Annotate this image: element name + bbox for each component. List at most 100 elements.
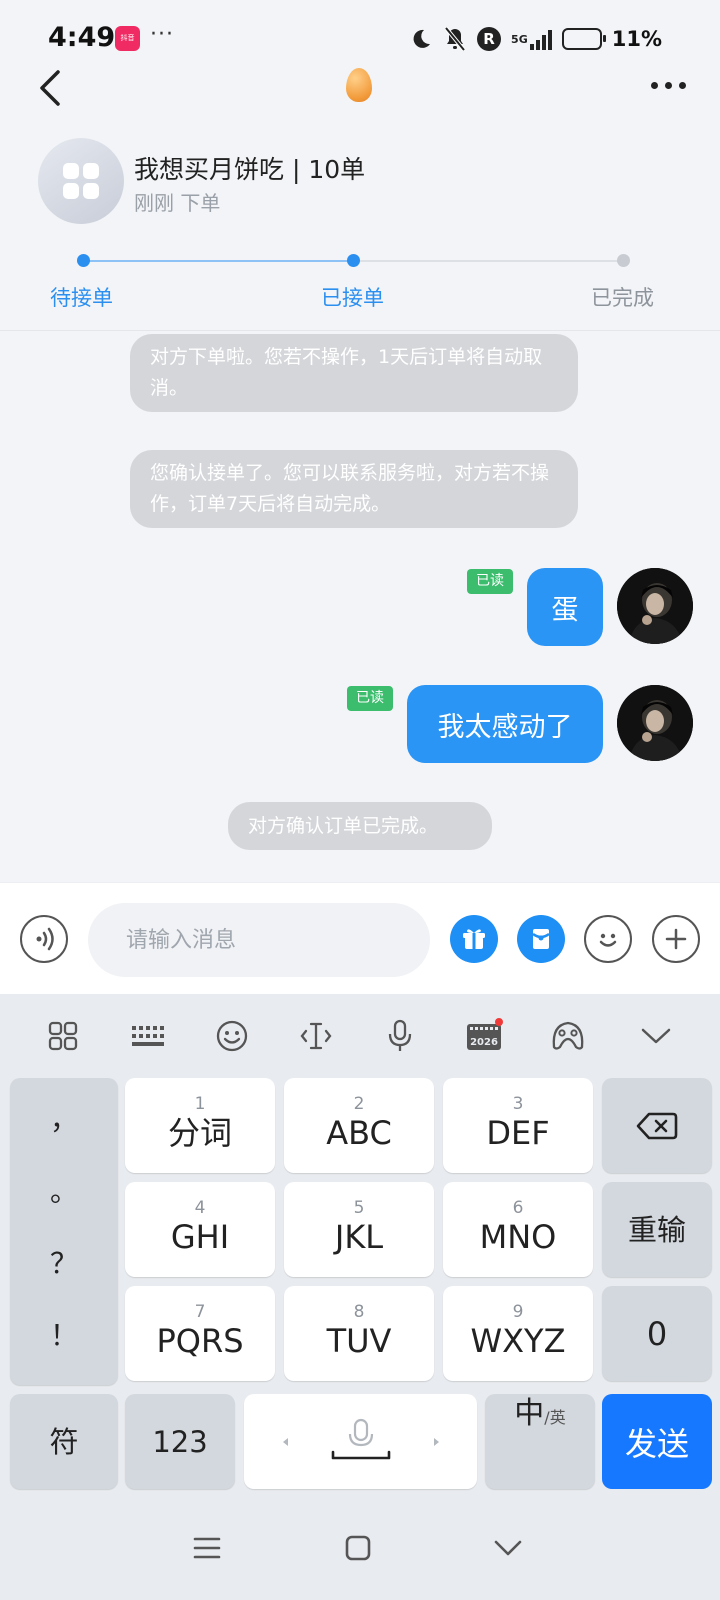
- voice-input-button[interactable]: [378, 1014, 422, 1058]
- plus-button[interactable]: [652, 915, 700, 963]
- space-mic-icon: [282, 1418, 439, 1459]
- progress-dot-3: [617, 254, 630, 267]
- progress-step-pending: 待接单: [50, 286, 113, 310]
- key-label: JKL: [334, 1217, 384, 1256]
- apps-grid-icon: [48, 1021, 78, 1051]
- microphone-icon: [388, 1019, 412, 1051]
- system-nav-bar: [0, 1496, 720, 1600]
- collapse-keyboard-button[interactable]: [634, 1014, 678, 1058]
- back-button[interactable]: [32, 66, 68, 110]
- tiktok-app-icon: 抖音: [115, 26, 140, 51]
- back-nav-button[interactable]: [488, 1528, 528, 1568]
- key-number: 6: [512, 1197, 524, 1218]
- system-message: 对方确认订单已完成。: [228, 802, 492, 850]
- key-3[interactable]: 3 DEF: [443, 1078, 593, 1173]
- key-label: 中: [514, 1396, 545, 1431]
- key-sublabel: /英: [544, 1408, 566, 1427]
- home-button[interactable]: [338, 1528, 378, 1568]
- key-number: 3: [512, 1093, 524, 1114]
- key-number: 1: [194, 1093, 206, 1114]
- backspace-icon: [636, 1112, 678, 1139]
- key-5[interactable]: 5 JKL: [284, 1182, 434, 1277]
- order-progress: 待接单 已接单 已完成: [0, 240, 720, 330]
- key-label: MNO: [479, 1217, 557, 1256]
- progress-step-completed: 已完成: [591, 286, 654, 310]
- key-label: 0: [646, 1314, 668, 1353]
- recent-apps-button[interactable]: [187, 1528, 227, 1568]
- skin-button[interactable]: [546, 1014, 590, 1058]
- network-type: 5G: [511, 32, 528, 46]
- punct-key-comma[interactable]: ，: [10, 1098, 118, 1138]
- calendar-2026-icon: 2026: [467, 1018, 503, 1050]
- key-2[interactable]: 2 ABC: [284, 1078, 434, 1173]
- key-0[interactable]: 0: [602, 1286, 712, 1381]
- key-label: WXYZ: [470, 1321, 566, 1360]
- symbols-key[interactable]: 符: [10, 1394, 118, 1489]
- key-number: 5: [353, 1197, 365, 1218]
- key-9[interactable]: 9 WXYZ: [443, 1286, 593, 1381]
- key-label: DEF: [486, 1113, 550, 1152]
- key-label: TUV: [326, 1321, 392, 1360]
- voice-button[interactable]: [20, 915, 68, 963]
- key-number: 4: [194, 1197, 206, 1218]
- more-notifications-icon: ···: [150, 22, 174, 47]
- emoji-button[interactable]: [584, 915, 632, 963]
- punct-key-question[interactable]: ？: [10, 1242, 118, 1282]
- keyboard-icon: [132, 1026, 164, 1046]
- more-button[interactable]: [651, 82, 686, 89]
- user-avatar[interactable]: [617, 685, 693, 761]
- key-number: 2: [353, 1093, 365, 1114]
- skin-icon: [552, 1021, 584, 1050]
- key-4[interactable]: 4 GHI: [125, 1182, 275, 1277]
- moon-icon: [409, 27, 433, 51]
- progress-step-accepted: 已接单: [321, 286, 384, 310]
- message-bubble[interactable]: 蛋: [527, 568, 603, 646]
- status-time: 4:49: [48, 22, 116, 53]
- plus-icon: [665, 928, 687, 950]
- reenter-key[interactable]: 重输: [602, 1182, 712, 1277]
- apps-grid-icon: [63, 163, 99, 199]
- calendar-year: 2026: [470, 1037, 498, 1048]
- delete-key[interactable]: [602, 1078, 712, 1173]
- cursor-icon: [300, 1022, 332, 1050]
- collapse-icon: [641, 1028, 671, 1044]
- key-label: GHI: [170, 1217, 230, 1256]
- cursor-button[interactable]: [294, 1014, 338, 1058]
- status-icons: R 5G 11%: [409, 22, 662, 56]
- language-switch-key[interactable]: 中/英: [485, 1394, 595, 1489]
- battery-percent: 11%: [611, 27, 662, 51]
- back-icon: [494, 1540, 522, 1556]
- send-key[interactable]: 发送: [602, 1394, 712, 1489]
- punct-key-exclaim[interactable]: ！: [10, 1314, 118, 1354]
- order-avatar[interactable]: [38, 138, 124, 224]
- user-avatar[interactable]: [617, 568, 693, 644]
- key-1[interactable]: 1 分词: [125, 1078, 275, 1173]
- r-badge-icon: R: [477, 27, 502, 51]
- key-number: 7: [194, 1301, 206, 1322]
- order-title: 我想买月饼吃 | 10单: [134, 155, 366, 184]
- emoji-panel-button[interactable]: [210, 1014, 254, 1058]
- gift-button[interactable]: [450, 915, 498, 963]
- keyboard-layout-button[interactable]: [126, 1014, 170, 1058]
- key-6[interactable]: 6 MNO: [443, 1182, 593, 1277]
- red-packet-button[interactable]: [517, 915, 565, 963]
- key-number: 9: [512, 1301, 524, 1322]
- calendar-button[interactable]: 2026: [462, 1014, 506, 1058]
- space-key[interactable]: [244, 1394, 477, 1489]
- menu-icon: [193, 1537, 221, 1559]
- message-bubble[interactable]: 我太感动了: [407, 685, 603, 763]
- key-8[interactable]: 8 TUV: [284, 1286, 434, 1381]
- key-label: 123: [152, 1424, 208, 1459]
- punct-key-period[interactable]: 。: [10, 1170, 118, 1210]
- numbers-key[interactable]: 123: [125, 1394, 235, 1489]
- key-7[interactable]: 7 PQRS: [125, 1286, 275, 1381]
- message-input[interactable]: [88, 903, 430, 977]
- key-label: 符: [49, 1424, 79, 1459]
- key-label: PQRS: [156, 1321, 244, 1360]
- apps-grid-button[interactable]: [41, 1014, 85, 1058]
- punctuation-column: ， 。 ？ ！: [10, 1078, 118, 1385]
- progress-line-done: [84, 260, 354, 262]
- read-status-badge: 已读: [347, 686, 393, 711]
- voice-icon: [36, 927, 54, 951]
- progress-dot-2: [347, 254, 360, 267]
